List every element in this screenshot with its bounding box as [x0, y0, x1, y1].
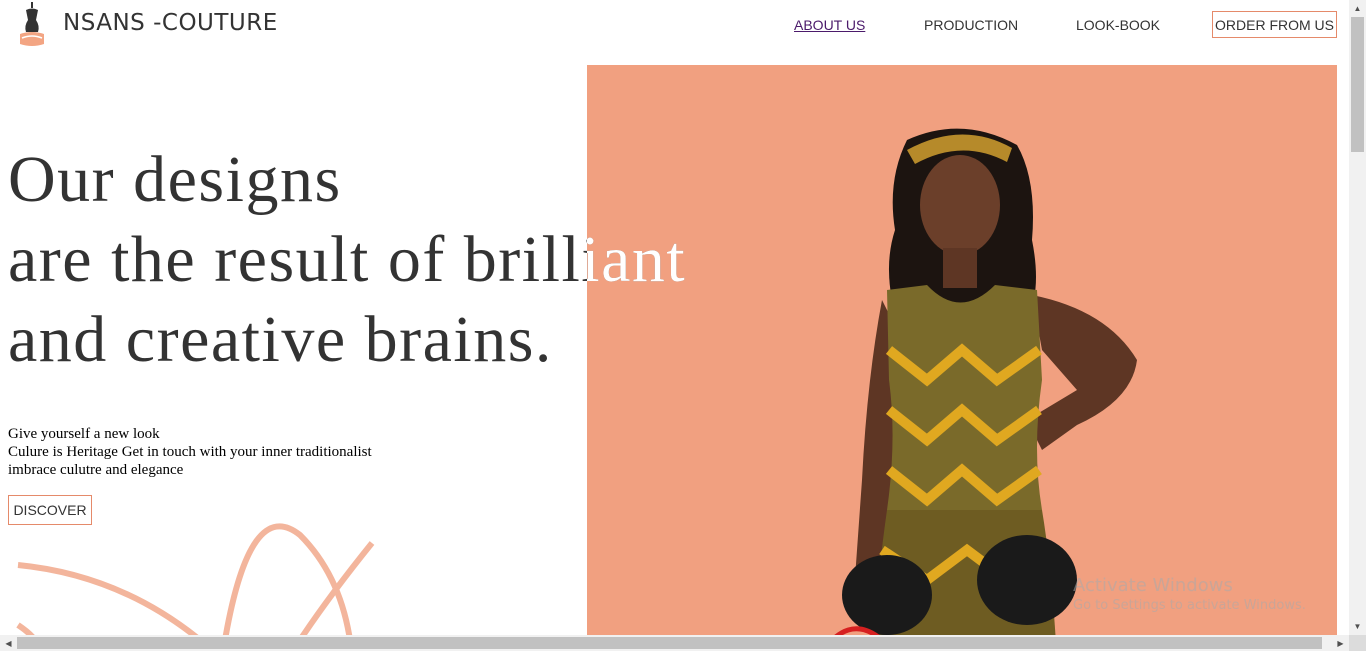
decorative-swirl: [16, 523, 375, 635]
scroll-down-icon[interactable]: ▼: [1349, 618, 1366, 635]
scroll-left-icon[interactable]: ◀: [0, 635, 17, 651]
tagline-line: imbrace culutre and elegance: [8, 462, 184, 478]
vertical-scrollbar[interactable]: ▲ ▼: [1349, 0, 1366, 635]
scroll-right-icon[interactable]: ▶: [1332, 635, 1349, 651]
headline-line: and creative brains.: [8, 303, 553, 376]
scroll-up-icon[interactable]: ▲: [1349, 0, 1366, 17]
hero-headline: Our designs are the result of brilliant …: [8, 140, 686, 380]
scrollbar-corner: [1349, 635, 1366, 651]
headline-line: Our designs: [8, 143, 342, 216]
horizontal-scroll-thumb[interactable]: [17, 637, 1322, 649]
hero-tagline: Give yourself a new look Culure is Herit…: [8, 425, 372, 479]
vertical-scroll-thumb[interactable]: [1351, 17, 1364, 152]
tagline-line: Give yourself a new look: [8, 426, 160, 442]
watermark-title: Activate Windows: [1073, 575, 1233, 596]
horizontal-scrollbar[interactable]: ◀ ▶: [0, 635, 1349, 651]
page-viewport: NSANS -COUTURE ABOUT US PRODUCTION LOOK-…: [0, 0, 1349, 635]
watermark-subtitle: Go to Settings to activate Windows.: [1073, 598, 1306, 613]
headline-line: are the result of brilliant: [8, 223, 687, 296]
tagline-line: Culure is Heritage Get in touch with you…: [8, 444, 372, 460]
os-activation-watermark: Activate Windows Go to Settings to activ…: [1073, 575, 1306, 613]
